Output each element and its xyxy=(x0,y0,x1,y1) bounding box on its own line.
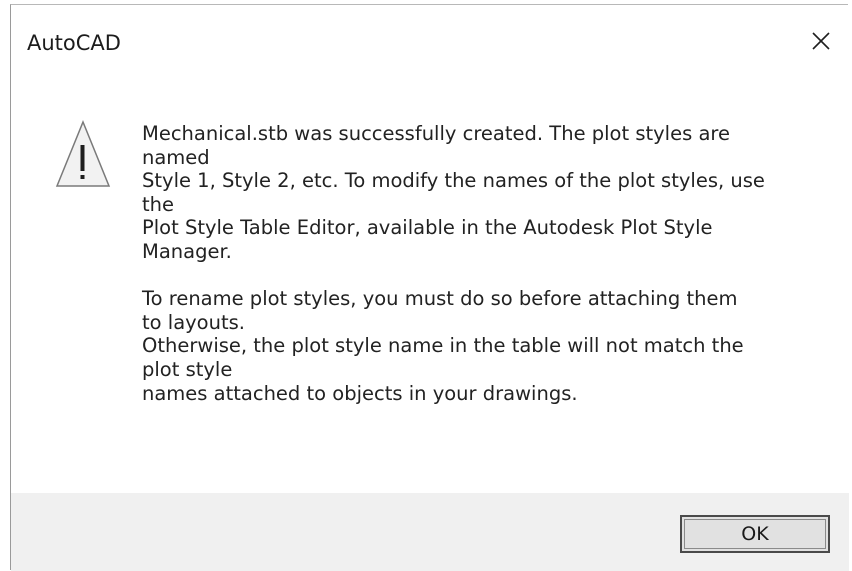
message-line: Plot Style Table Editor, available in th… xyxy=(142,216,713,240)
ok-button[interactable]: OK xyxy=(680,515,830,553)
message-line: Style 1, Style 2, etc. To modify the nam… xyxy=(142,169,765,193)
close-icon xyxy=(812,32,830,50)
message-line: plot style xyxy=(142,357,233,381)
message-dialog: AutoCAD Mechanical.stb was successfully … xyxy=(10,4,849,571)
close-button[interactable] xyxy=(801,21,841,61)
message-line: To rename plot styles, you must do so be… xyxy=(142,287,738,311)
message-line: the xyxy=(142,192,175,216)
message-line: to layouts. xyxy=(142,310,245,334)
message-text: Mechanical.stb was successfully created.… xyxy=(142,122,832,405)
title-bar[interactable]: AutoCAD xyxy=(11,5,849,75)
message-line: names attached to objects in your drawin… xyxy=(142,381,578,405)
button-bar: OK xyxy=(11,493,849,571)
message-line: named xyxy=(142,145,210,169)
message-line: Otherwise, the plot style name in the ta… xyxy=(142,334,744,358)
message-line: Manager. xyxy=(142,239,232,263)
window-title: AutoCAD xyxy=(27,31,121,55)
message-line: Mechanical.stb was successfully created.… xyxy=(142,122,730,145)
warning-icon xyxy=(54,119,112,189)
